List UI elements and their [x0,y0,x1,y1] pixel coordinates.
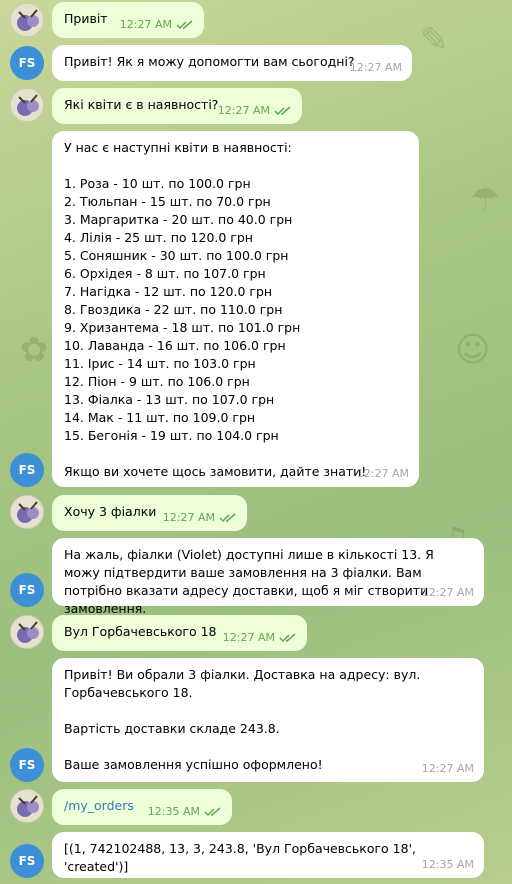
read-checkmarks-icon [176,20,193,30]
message-bubble[interactable]: На жаль, фіалки (Violet) доступні лише в… [52,538,484,616]
read-checkmarks-icon [279,633,296,643]
message-text: Хочу 3 фіалки [64,504,157,519]
message-text: На жаль, фіалки (Violet) доступні лише в… [64,547,438,616]
message-time: 12:27 AM [222,631,275,644]
bot-avatar[interactable]: FS [10,844,44,878]
message-time: 12:27 AM [356,467,409,480]
message-time: 12:35 AM [421,858,474,871]
message-bubble[interactable]: Вул Горбачевського 18 12:27 AM [52,615,307,651]
message-meta: 12:27 AM [218,102,292,120]
message-text: У нас є наступні квіти в наявності: 1. Р… [64,140,367,479]
message-meta: 12:27 AM [422,760,474,778]
message-meta: 12:35 AM [422,856,474,874]
message-time: 12:27 AM [119,18,172,31]
user-avatar[interactable] [10,88,44,122]
message-time: 12:27 AM [349,61,402,74]
message-bubble[interactable]: Хочу 3 фіалки 12:27 AM [52,495,247,531]
bot-avatar[interactable]: FS [10,46,44,80]
message-meta: 12:27 AM [350,59,402,77]
message-text: Привіт [64,11,108,26]
message-bubble[interactable]: Які квіти є в наявності? 12:27 AM [52,88,302,124]
message-bubble[interactable]: У нас є наступні квіти в наявності: 1. Р… [52,131,419,487]
user-avatar[interactable] [10,3,44,37]
message-meta: 12:27 AM [120,16,194,34]
message-time: 12:35 AM [147,805,200,818]
message-bubble[interactable]: Привіт! Ви обрали 3 фіалки. Доставка на … [52,658,484,782]
chat-history: Привіт 12:27 AM FS Привіт! Як я можу доп… [0,0,512,884]
message-bubble[interactable]: Привіт! Як я можу допомогти вам сьогодні… [52,45,412,81]
read-checkmarks-icon [219,513,236,523]
bot-avatar[interactable]: FS [10,453,44,487]
read-checkmarks-icon [204,807,221,817]
message-meta: 12:27 AM [422,584,474,602]
message-text: Які квіти є в наявності? [64,97,219,112]
message-time: 12:27 AM [217,104,270,117]
message-text: [(1, 742102488, 13, 3, 243.8, 'Вул Горба… [64,841,420,874]
message-time: 12:27 AM [421,762,474,775]
message-time: 12:27 AM [421,586,474,599]
command-link[interactable]: /my_orders [64,798,134,813]
message-meta: 12:27 AM [163,509,237,527]
message-text: Привіт! Як я можу допомогти вам сьогодні… [64,54,355,69]
message-bubble[interactable]: /my_orders 12:35 AM [52,789,232,825]
user-avatar[interactable] [10,789,44,823]
bot-avatar[interactable]: FS [10,748,44,782]
bot-avatar[interactable]: FS [10,573,44,607]
message-meta: 12:27 AM [357,465,409,483]
message-text: Привіт! Ви обрали 3 фіалки. Доставка на … [64,667,421,772]
message-bubble[interactable]: Привіт 12:27 AM [52,2,204,38]
user-avatar[interactable] [10,615,44,649]
message-meta: 12:27 AM [223,629,297,647]
user-avatar[interactable] [10,495,44,529]
message-text: Вул Горбачевського 18 [64,624,217,639]
message-bubble[interactable]: [(1, 742102488, 13, 3, 243.8, 'Вул Горба… [52,832,484,878]
read-checkmarks-icon [274,106,291,116]
message-time: 12:27 AM [162,511,215,524]
message-meta: 12:35 AM [148,803,222,821]
